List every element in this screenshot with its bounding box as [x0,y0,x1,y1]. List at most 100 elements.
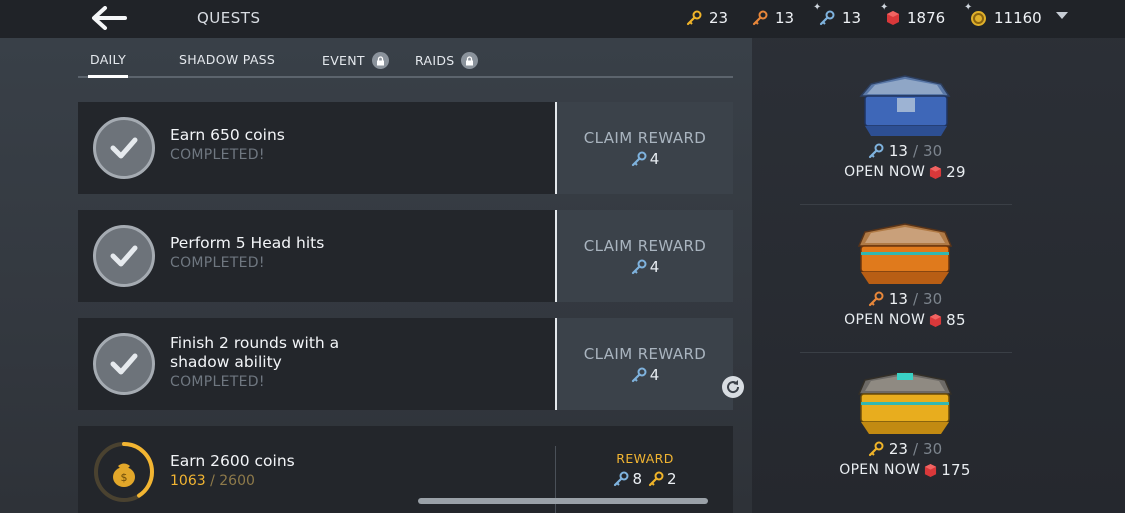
page-title: QUESTS [197,9,261,27]
completed-check-icon [93,117,155,179]
tab-raids[interactable]: RAIDS [415,52,479,69]
lock-icon [371,52,389,69]
coin-icon [971,10,986,26]
tab-label: EVENT [322,53,365,68]
chest-key-max: 30 [923,142,943,160]
bronze-chest-icon [857,223,953,284]
tab-label: SHADOW PASS [179,52,276,67]
chest-key-count: 13 [888,142,908,160]
horizontal-scrollbar[interactable] [418,498,708,504]
open-now-button[interactable]: OPEN NOW 175 [839,461,971,479]
refresh-button[interactable] [722,376,744,398]
progress-current: 1063 [170,473,206,489]
claim-reward-label: CLAIM REWARD [583,128,707,147]
quest-row: Earn 650 coins COMPLETED! CLAIM REWARD 4 [78,102,733,194]
tab-event[interactable]: EVENT [322,52,389,69]
dropdown-arrow-icon[interactable] [1056,12,1068,19]
coins-value: 11160 [994,9,1042,27]
refresh-icon [727,380,740,394]
svg-text:$: $ [121,471,128,484]
claim-reward-label: CLAIM REWARD [583,344,707,363]
claim-reward-button[interactable]: CLAIM REWARD 4 [557,210,733,302]
divider [800,204,1012,205]
claim-reward-label: CLAIM REWARD [583,236,707,255]
quest-status: COMPLETED! [170,374,265,390]
currency-silver-keys[interactable]: ✦ 13 [813,2,862,30]
quest-progress-text: 1063 / 2600 [170,473,295,489]
ruby-gem-icon [925,463,937,477]
gems-value: 1876 [907,9,946,27]
gem-cost: 85 [946,311,966,329]
silver-key-icon [631,259,647,274]
quest-progress-ring: $ [94,442,154,502]
plus-icon: ✦ [880,2,889,13]
gold-chest-panel[interactable]: 23 / 30 OPEN NOW 175 [800,370,1010,510]
quest-title: Earn 650 coins [170,126,285,144]
quest-title: Perform 5 Head hits [170,234,325,252]
silver-chest-panel[interactable]: 13 / 30 OPEN NOW 29 [800,74,1010,214]
open-now-label: OPEN NOW [844,312,926,328]
currency-gold-keys[interactable]: 23 [686,6,728,30]
gold-key-icon [868,441,884,457]
open-now-label: OPEN NOW [839,462,921,478]
chest-key-count: 23 [888,440,908,458]
chest-key-separator: / [912,440,919,458]
chest-key-separator: / [912,290,919,308]
quest-title-line2: shadow ability [170,353,282,371]
quest-status: COMPLETED! [170,147,265,163]
quest-row: Perform 5 Head hits COMPLETED! CLAIM REW… [78,210,733,302]
progress-total: 2600 [219,473,255,489]
bronze-keys-value: 13 [775,9,795,27]
silver-key-icon [631,151,647,166]
tab-label: RAIDS [415,53,455,68]
tab-label: DAILY [90,52,127,67]
completed-check-icon [93,225,155,287]
reward-silver-amount: 8 [632,470,642,488]
gold-keys-value: 23 [709,9,729,27]
claim-reward-button[interactable]: CLAIM REWARD 4 [557,102,733,194]
open-now-button[interactable]: OPEN NOW 29 [844,163,966,181]
currency-coins[interactable]: ✦ 11160 [964,2,1042,30]
reward-label: REWARD [616,451,674,466]
chest-key-count: 13 [888,290,908,308]
currency-gems[interactable]: ✦ 1876 [880,2,946,30]
quests-panel: DAILY SHADOW PASS EVENT RAIDS Earn 650 c… [0,38,752,513]
tab-shadow-pass[interactable]: SHADOW PASS [179,52,275,67]
silver-key-icon [868,143,884,159]
claim-reward-button[interactable]: CLAIM REWARD 4 [557,318,733,410]
bronze-key-icon [868,291,884,307]
gem-cost: 175 [941,461,971,479]
lock-icon [461,52,479,69]
divider [800,352,1012,353]
chest-key-max: 30 [923,290,943,308]
reward-amount: 4 [649,365,660,384]
back-button[interactable] [88,2,130,34]
chest-key-separator: / [912,142,919,160]
silver-key-icon [614,471,629,487]
reward-amount: 4 [649,257,660,276]
gold-chest-icon [857,371,953,434]
ruby-gem-icon [930,165,942,179]
bronze-chest-panel[interactable]: 13 / 30 OPEN NOW 85 [800,222,1010,362]
silver-keys-value: 13 [842,9,862,27]
plus-icon: ✦ [964,2,973,13]
silver-key-icon [819,10,835,26]
quest-status: COMPLETED! [170,255,265,271]
back-arrow-icon [92,6,127,30]
bronze-key-icon [752,10,768,26]
silver-key-icon [631,367,647,382]
chest-key-max: 30 [923,440,943,458]
completed-check-icon [93,333,155,395]
currency-bronze-keys[interactable]: 13 [752,6,794,30]
quest-title: Finish 2 rounds with a [170,334,340,352]
top-bar: QUESTS 23 13 ✦ 13 ✦ 1876 ✦ 11160 [0,0,1125,38]
quest-tabs: DAILY SHADOW PASS EVENT RAIDS [78,50,733,78]
gold-key-icon [686,10,702,26]
reward-gold-amount: 2 [667,470,677,488]
tab-daily[interactable]: DAILY [87,52,129,78]
progress-separator: / [210,473,215,489]
silver-chest-icon [859,75,951,136]
gem-cost: 29 [946,163,966,181]
quest-row: Finish 2 rounds with a shadow ability CO… [78,318,733,410]
open-now-button[interactable]: OPEN NOW 85 [844,311,966,329]
